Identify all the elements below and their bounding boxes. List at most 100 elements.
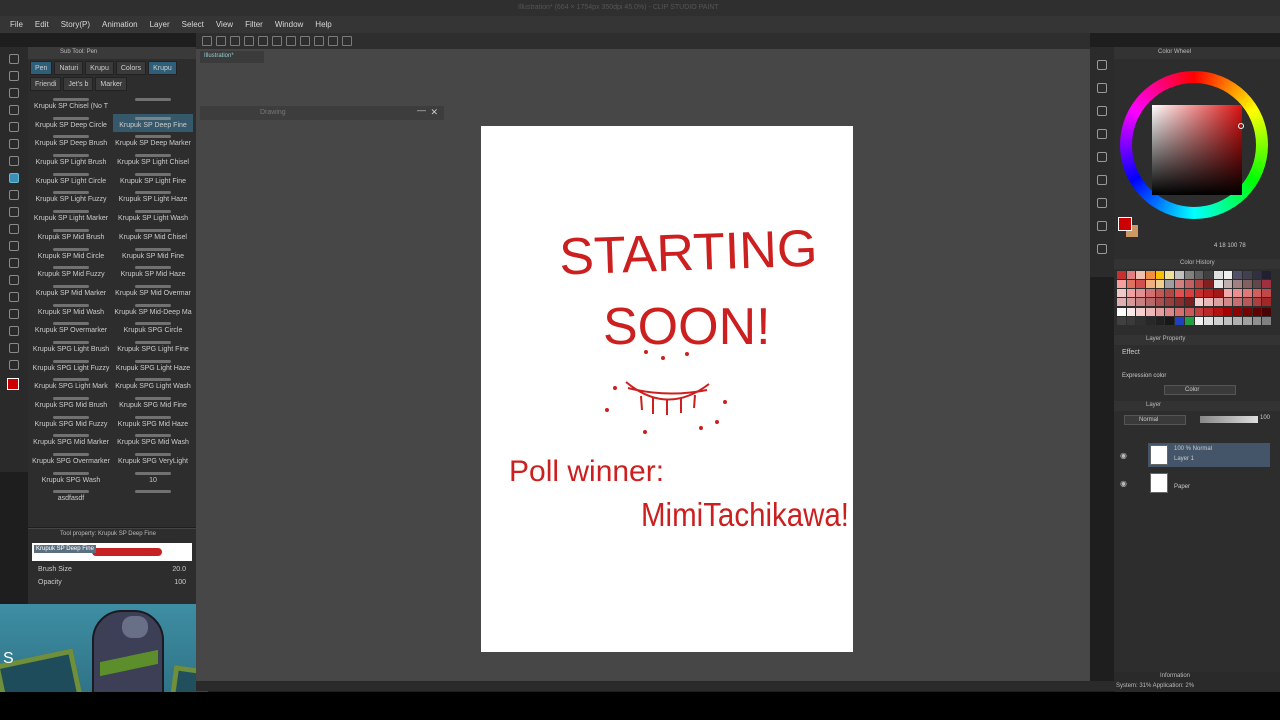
ruler-tool-icon[interactable]: [9, 309, 19, 319]
palette-swatch[interactable]: [1194, 298, 1204, 307]
palette-swatch[interactable]: [1194, 271, 1204, 279]
palette-swatch[interactable]: [1242, 289, 1252, 298]
opacity-value[interactable]: 100: [174, 579, 186, 586]
material-icon[interactable]: [1097, 221, 1107, 231]
blend-mode-dropdown[interactable]: Normal: [1124, 415, 1186, 425]
brush-item[interactable]: Krupuk SPG VeryLight: [113, 450, 193, 469]
menu-file[interactable]: File: [4, 20, 29, 29]
brush-item[interactable]: Krupuk SPG Light Fine: [113, 338, 193, 357]
floating-window-bar[interactable]: Drawing — ✕: [200, 105, 444, 120]
palette-swatch[interactable]: [1184, 316, 1194, 325]
menu-layer[interactable]: Layer: [144, 20, 176, 29]
open-icon[interactable]: [216, 36, 226, 46]
brush-item[interactable]: Krupuk SP Light Wash: [113, 207, 193, 226]
brush-size-row[interactable]: Brush Size 20.0: [28, 563, 196, 576]
palette-swatch[interactable]: [1146, 280, 1155, 289]
opacity-row[interactable]: Opacity 100: [28, 576, 196, 589]
sub-view-icon[interactable]: [1097, 83, 1107, 93]
eraser-tool-icon[interactable]: [9, 241, 19, 251]
export-icon[interactable]: [244, 36, 254, 46]
palette-swatch[interactable]: [1213, 280, 1223, 289]
palette-swatch[interactable]: [1233, 280, 1242, 289]
palette-swatch[interactable]: [1155, 316, 1165, 325]
brush-item[interactable]: Krupuk SP Light Marker: [31, 207, 111, 226]
palette-swatch[interactable]: [1204, 289, 1213, 298]
brush-item[interactable]: Krupuk SP Mid Circle: [31, 245, 111, 264]
brush-item[interactable]: Krupuk SPG Overmarker: [31, 450, 111, 469]
palette-swatch[interactable]: [1175, 307, 1184, 316]
navigator-icon[interactable]: [1097, 60, 1107, 70]
brush-item[interactable]: asdfasdf: [31, 487, 111, 506]
palette-swatch[interactable]: [1194, 307, 1204, 316]
palette-swatch[interactable]: [1204, 316, 1213, 325]
redo-icon[interactable]: [272, 36, 282, 46]
palette-swatch[interactable]: [1117, 271, 1126, 279]
palette-swatch[interactable]: [1204, 280, 1213, 289]
eyedropper-tool-icon[interactable]: [9, 156, 19, 166]
brush-item[interactable]: Krupuk SPG Mid Fine: [113, 394, 193, 413]
palette-swatch[interactable]: [1223, 307, 1233, 316]
color-picker-knob[interactable]: [1238, 123, 1244, 129]
undo-icon[interactable]: [258, 36, 268, 46]
palette-swatch[interactable]: [1155, 280, 1165, 289]
palette-swatch[interactable]: [1262, 307, 1271, 316]
palette-swatch[interactable]: [1213, 271, 1223, 279]
history-icon[interactable]: [1097, 175, 1107, 185]
new-icon[interactable]: [202, 36, 212, 46]
brush-item[interactable]: [113, 95, 193, 114]
brush-item[interactable]: Krupuk SPG Mid Wash: [113, 431, 193, 450]
menu-select[interactable]: Select: [176, 20, 210, 29]
snap-icon[interactable]: [314, 36, 324, 46]
palette-swatch[interactable]: [1242, 298, 1252, 307]
palette-swatch[interactable]: [1184, 298, 1194, 307]
palette-swatch[interactable]: [1242, 280, 1252, 289]
palette-swatch[interactable]: [1252, 289, 1262, 298]
brush-item[interactable]: Krupuk SPG Light Brush: [31, 338, 111, 357]
palette-swatch[interactable]: [1242, 316, 1252, 325]
tab-friendly[interactable]: Friendi: [30, 77, 62, 91]
palette-swatch[interactable]: [1184, 307, 1194, 316]
brush-item[interactable]: Krupuk SP Mid Overmar: [113, 282, 193, 301]
palette-swatch[interactable]: [1262, 271, 1271, 279]
palette-swatch[interactable]: [1117, 289, 1126, 298]
brush-item[interactable]: 10: [113, 469, 193, 488]
brush-item[interactable]: Krupuk SP Light Fine: [113, 170, 193, 189]
brush-item[interactable]: Krupuk SPG Mid Haze: [113, 413, 193, 432]
brush-item[interactable]: Krupuk SP Light Chisel: [113, 151, 193, 170]
palette-swatch[interactable]: [1223, 271, 1233, 279]
brush-item[interactable]: Krupuk SP Chisel (No T: [31, 95, 111, 114]
brush-item[interactable]: Krupuk SP Deep Marker: [113, 132, 193, 151]
palette-swatch[interactable]: [1175, 280, 1184, 289]
close-icon[interactable]: ✕: [430, 107, 438, 118]
palette-swatch[interactable]: [1165, 280, 1175, 289]
brush-item[interactable]: Krupuk SP Deep Brush: [31, 132, 111, 151]
palette-swatch[interactable]: [1223, 316, 1233, 325]
palette-swatch[interactable]: [1136, 280, 1146, 289]
color-palette[interactable]: [1117, 271, 1271, 325]
brush-item[interactable]: Krupuk SP Mid Wash: [31, 301, 111, 320]
brush-item[interactable]: Krupuk SPG Mid Brush: [31, 394, 111, 413]
palette-swatch[interactable]: [1262, 280, 1271, 289]
document-tab[interactable]: Illustration*: [200, 51, 264, 63]
settings-icon[interactable]: [286, 36, 296, 46]
item-bank-icon[interactable]: [1097, 106, 1107, 116]
palette-swatch[interactable]: [1165, 307, 1175, 316]
palette-swatch[interactable]: [1126, 307, 1136, 316]
palette-swatch[interactable]: [1146, 316, 1155, 325]
airbrush-tool-icon[interactable]: [9, 224, 19, 234]
palette-swatch[interactable]: [1165, 289, 1175, 298]
menu-story[interactable]: Story(P): [55, 20, 96, 29]
balloon-tool-icon[interactable]: [9, 343, 19, 353]
palette-swatch[interactable]: [1194, 280, 1204, 289]
palette-swatch[interactable]: [1213, 298, 1223, 307]
palette-swatch[interactable]: [1117, 280, 1126, 289]
menu-view[interactable]: View: [210, 20, 239, 29]
layer-row-paper[interactable]: Paper: [1148, 471, 1270, 495]
text-tool-icon[interactable]: [9, 326, 19, 336]
palette-swatch[interactable]: [1155, 307, 1165, 316]
palette-swatch[interactable]: [1233, 316, 1242, 325]
palette-swatch[interactable]: [1252, 271, 1262, 279]
palette-swatch[interactable]: [1213, 289, 1223, 298]
palette-swatch[interactable]: [1223, 298, 1233, 307]
current-color-swatch[interactable]: [1118, 217, 1132, 231]
